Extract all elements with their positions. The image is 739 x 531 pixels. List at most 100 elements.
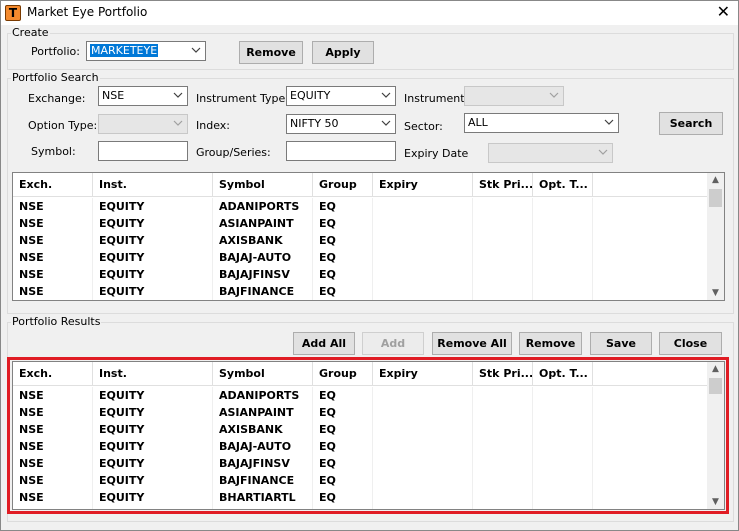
search-button[interactable]: Search (659, 112, 723, 135)
column-header[interactable]: Stk Pri... (473, 173, 533, 197)
scrollbar-thumb[interactable] (709, 189, 722, 207)
table-row[interactable]: NSE EQUITY BAJAJFINSV EQ (13, 266, 708, 283)
table-cell: BAJFINANCE (213, 283, 313, 300)
table-cell (533, 215, 593, 232)
table-cell (373, 266, 473, 283)
table-cell (373, 215, 473, 232)
results-remove-button[interactable]: Remove (519, 332, 582, 355)
table-row[interactable]: NSE EQUITY ASIANPAINT EQ (13, 215, 708, 232)
table-cell: NSE (13, 266, 93, 283)
table-cell (533, 283, 593, 300)
table-row[interactable]: NSE EQUITY BAJFINANCE EQ (13, 283, 708, 300)
symbol-label: Symbol: (31, 145, 76, 158)
window-title: Market Eye Portfolio (27, 5, 148, 19)
expiry-date-label: Expiry Date (404, 147, 469, 160)
grid-header: Exch. Inst. Symbol Group Expiry Stk Pri... Opt… (13, 173, 708, 197)
sector-value: ALL (468, 116, 488, 129)
table-cell (373, 249, 473, 266)
expiry-date-combobox[interactable] (488, 143, 613, 163)
remove-all-button[interactable]: Remove All (432, 332, 512, 355)
index-label: Index: (196, 119, 230, 132)
table-cell: EQUITY (93, 283, 213, 300)
sector-label: Sector: (404, 120, 443, 133)
table-cell: EQUITY (93, 198, 213, 215)
close-button[interactable]: Close (659, 332, 722, 355)
market-eye-portfolio-window: T Market Eye Portfolio ✕ Create Portfoli… (0, 0, 739, 531)
portfolio-results-legend: Portfolio Results (11, 315, 102, 328)
apply-button[interactable]: Apply (312, 41, 374, 64)
table-cell (473, 232, 533, 249)
title-bar[interactable]: T Market Eye Portfolio ✕ (1, 1, 738, 25)
app-logo-icon: T (5, 5, 21, 21)
chevron-down-icon (598, 147, 608, 157)
column-header[interactable]: Group (313, 173, 373, 197)
table-cell (373, 232, 473, 249)
table-cell (533, 232, 593, 249)
table-row[interactable]: NSE EQUITY ADANIPORTS EQ (13, 198, 708, 215)
portfolio-remove-button[interactable]: Remove (239, 41, 303, 64)
table-cell: EQ (313, 198, 373, 215)
table-cell: BAJAJ-AUTO (213, 249, 313, 266)
table-cell (533, 266, 593, 283)
table-cell: EQ (313, 266, 373, 283)
column-header[interactable]: Expiry (373, 173, 473, 197)
portfolio-combobox[interactable]: MARKETEYE (86, 41, 206, 61)
table-cell: ADANIPORTS (213, 198, 313, 215)
chevron-down-icon (173, 118, 183, 128)
table-cell: NSE (13, 249, 93, 266)
instrument-type-value: EQUITY (290, 89, 331, 102)
scroll-up-icon[interactable]: ▲ (707, 173, 724, 187)
table-cell: NSE (13, 283, 93, 300)
table-cell (373, 283, 473, 300)
instrument-label: Instrument: (404, 92, 469, 105)
symbol-input[interactable] (98, 141, 188, 161)
table-cell: EQUITY (93, 215, 213, 232)
column-header[interactable]: Symbol (213, 173, 313, 197)
chevron-down-icon (381, 90, 391, 100)
portfolio-label: Portfolio: (31, 45, 80, 58)
table-cell (373, 198, 473, 215)
chevron-down-icon (549, 90, 559, 100)
table-cell: NSE (13, 232, 93, 249)
option-type-combobox[interactable] (98, 114, 188, 134)
chevron-down-icon (604, 117, 614, 127)
results-highlight-frame (7, 357, 729, 514)
table-cell: NSE (13, 215, 93, 232)
chevron-down-icon (173, 90, 183, 100)
column-header[interactable]: Exch. (13, 173, 93, 197)
column-header[interactable]: Opt. T... (533, 173, 593, 197)
instrument-type-combobox[interactable]: EQUITY (286, 86, 396, 106)
close-window-icon[interactable]: ✕ (717, 2, 730, 21)
table-cell: AXISBANK (213, 232, 313, 249)
exchange-combobox[interactable]: NSE (98, 86, 188, 106)
table-cell (533, 249, 593, 266)
group-series-label: Group/Series: (196, 146, 271, 159)
table-cell: ASIANPAINT (213, 215, 313, 232)
table-cell (473, 266, 533, 283)
chevron-down-icon (191, 45, 201, 55)
table-cell: EQ (313, 215, 373, 232)
vertical-scrollbar[interactable]: ▲ ▼ (707, 173, 724, 300)
table-row[interactable]: NSE EQUITY AXISBANK EQ (13, 232, 708, 249)
instrument-combobox[interactable] (464, 86, 564, 106)
option-type-label: Option Type: (28, 119, 98, 132)
table-row[interactable]: NSE EQUITY BAJAJ-AUTO EQ (13, 249, 708, 266)
table-cell (473, 215, 533, 232)
table-cell (473, 198, 533, 215)
table-cell (533, 198, 593, 215)
add-all-button[interactable]: Add All (293, 332, 355, 355)
search-results-grid[interactable]: ^ Exch.Inst.SymbolGroupExpiryStk Pri...O… (12, 172, 725, 301)
index-combobox[interactable]: NIFTY 50 (286, 114, 396, 134)
table-cell: EQ (313, 283, 373, 300)
sector-combobox[interactable]: ALL (464, 113, 619, 133)
scroll-down-icon[interactable]: ▼ (707, 286, 724, 300)
table-cell (473, 283, 533, 300)
column-header[interactable]: Inst. (93, 173, 213, 197)
save-button[interactable]: Save (590, 332, 652, 355)
add-button[interactable]: Add (362, 332, 424, 355)
table-cell (473, 249, 533, 266)
table-cell: EQ (313, 232, 373, 249)
table-cell: EQ (313, 249, 373, 266)
group-series-input[interactable] (286, 141, 396, 161)
index-value: NIFTY 50 (290, 117, 339, 130)
